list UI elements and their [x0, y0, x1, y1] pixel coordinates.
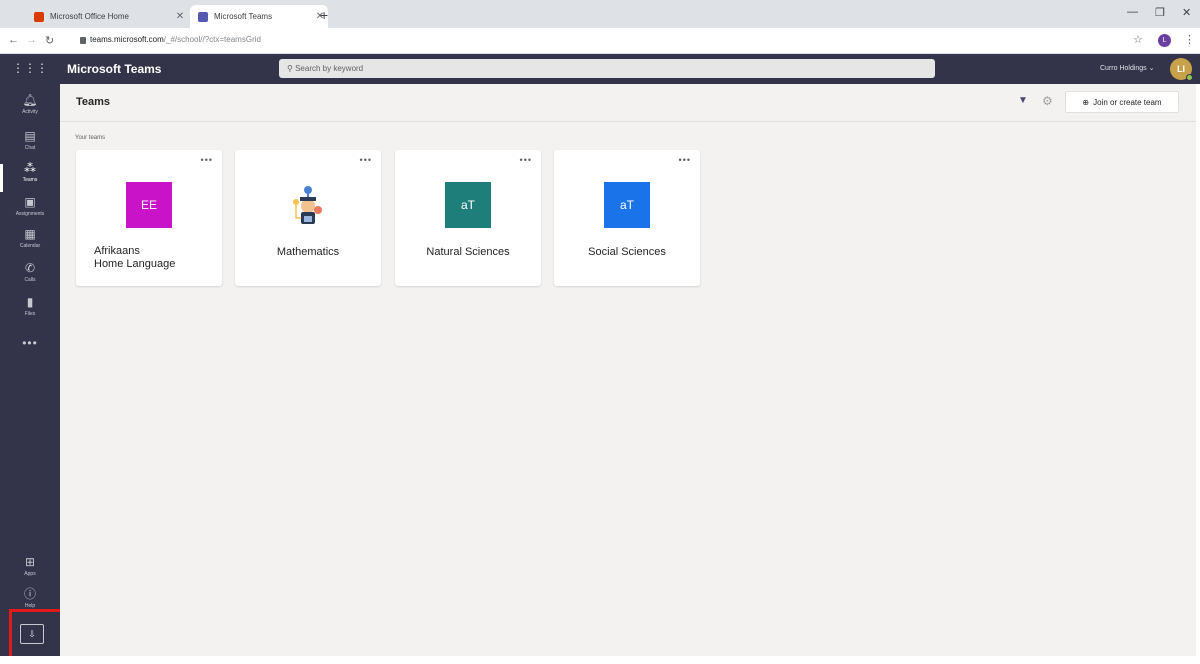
search-input[interactable]: ⚲ Search by keyword: [279, 59, 935, 78]
phone-icon: ✆: [24, 261, 36, 275]
team-name: Natural Sciences: [426, 246, 510, 258]
app-rail: 🔔︎ Activity ▤ Chat ⁂ Teams ▣ Assignments…: [0, 84, 60, 656]
add-team-icon: ⊕: [1082, 97, 1090, 107]
reload-icon[interactable]: ↻: [45, 34, 54, 47]
rail-label: Activity: [22, 109, 38, 115]
help-icon: ⓘ: [23, 587, 36, 601]
team-tile: aT: [604, 182, 650, 228]
calendar-icon: ▦: [24, 227, 36, 241]
more-options-icon[interactable]: •••: [201, 155, 213, 165]
team-tile: aT: [445, 182, 491, 228]
join-or-create-team-button[interactable]: ⊕ Join or create team: [1065, 91, 1179, 113]
forward-icon[interactable]: →: [26, 34, 37, 46]
rail-label: Calendar: [19, 243, 41, 249]
page-title: Teams: [76, 96, 111, 108]
browser-tab-bar: Microsoft Office Home ✕ Microsoft Teams …: [0, 0, 1200, 28]
close-icon[interactable]: ✕: [172, 11, 188, 22]
search-icon: ⚲: [287, 64, 293, 73]
back-icon[interactable]: ←: [8, 34, 19, 46]
filter-icon[interactable]: ▼: [1018, 95, 1028, 106]
rail-item-assignments[interactable]: ▣ Assignments: [0, 194, 60, 230]
lock-icon: [80, 37, 86, 44]
page-bottom-edge: [0, 656, 1200, 664]
rail-item-apps[interactable]: ⊞ Apps: [0, 554, 60, 590]
section-label: Your teams: [75, 135, 106, 141]
file-icon: ▮: [26, 295, 34, 309]
tab-title: Microsoft Office Home: [50, 12, 129, 21]
rail-item-files[interactable]: ▮ Files: [0, 294, 60, 330]
url-host: teams.microsoft.com: [90, 35, 164, 44]
rail-item-activity[interactable]: 🔔︎ Activity: [0, 92, 60, 128]
teams-icon: ⁂: [24, 161, 36, 175]
org-switcher[interactable]: Curro Holdings ⌄: [1100, 64, 1155, 72]
chat-icon: ▤: [24, 129, 36, 143]
bookmark-star-icon[interactable]: ☆: [1133, 33, 1143, 46]
more-options-icon[interactable]: •••: [679, 155, 691, 165]
join-button-label: Join or create team: [1093, 97, 1162, 107]
team-card-social-sciences[interactable]: ••• aT Social Sciences: [554, 150, 700, 286]
assignments-icon: ▣: [24, 195, 36, 209]
tab-teams[interactable]: Microsoft Teams ✕: [190, 5, 328, 28]
teams-header: ⋮⋮⋮ Microsoft Teams ⚲ Search by keyword …: [0, 54, 1200, 84]
team-name: Afrikaans Home Language: [76, 245, 222, 271]
team-name-line2: Home Language: [94, 258, 176, 270]
more-options-icon[interactable]: •••: [520, 155, 532, 165]
url-field[interactable]: teams.microsoft.com/_#/school//?ctx=team…: [90, 35, 261, 44]
more-options-icon[interactable]: •••: [360, 155, 372, 165]
url-path: /_#/school//?ctx=teamsGrid: [163, 35, 261, 44]
rail-label: Teams: [22, 177, 38, 183]
team-name: Mathematics: [276, 246, 340, 258]
rail-item-calls[interactable]: ✆ Calls: [0, 260, 60, 296]
presence-available-icon: [1186, 74, 1193, 81]
tab-office-home[interactable]: Microsoft Office Home ✕: [26, 5, 188, 28]
org-name: Curro Holdings: [1100, 65, 1147, 72]
team-name-line1: Afrikaans: [94, 245, 140, 257]
team-tile: EE: [126, 182, 172, 228]
more-apps-icon[interactable]: •••: [0, 336, 60, 350]
team-card-natural-sciences[interactable]: ••• aT Natural Sciences: [395, 150, 541, 286]
app-title: Microsoft Teams: [67, 62, 162, 76]
team-card-afrikaans[interactable]: ••• EE Afrikaans Home Language: [76, 150, 222, 286]
rail-label: Files: [24, 311, 36, 317]
address-bar: ← → ↻ teams.microsoft.com/_#/school//?ct…: [0, 28, 1200, 54]
graduate-illustration-icon: [285, 182, 331, 228]
app-launcher-icon[interactable]: ⋮⋮⋮: [12, 61, 48, 75]
main-content: Teams ▼ ⚙ ⊕ Join or create team Your tea…: [60, 84, 1196, 656]
rail-item-chat[interactable]: ▤ Chat: [0, 128, 60, 164]
rail-item-teams[interactable]: ⁂ Teams: [0, 160, 60, 196]
rail-item-calendar[interactable]: ▦ Calendar: [0, 226, 60, 262]
close-window-icon[interactable]: ✕: [1182, 6, 1191, 19]
minimize-icon[interactable]: —: [1127, 6, 1138, 18]
apps-icon: ⊞: [24, 555, 36, 569]
rail-label: Assignments: [15, 211, 45, 217]
teams-favicon-icon: [198, 11, 208, 22]
search-placeholder: Search by keyword: [295, 64, 364, 73]
new-tab-button[interactable]: +: [320, 7, 328, 23]
office-favicon-icon: [34, 11, 44, 22]
chevron-down-icon: ⌄: [1148, 65, 1155, 72]
team-card-mathematics[interactable]: ••• Mathematics: [235, 150, 381, 286]
restore-icon[interactable]: ❐: [1155, 6, 1165, 19]
rail-label: Chat: [24, 145, 36, 151]
rail-label: Apps: [24, 571, 36, 577]
main-header: Teams ▼ ⚙ ⊕ Join or create team: [60, 84, 1196, 122]
profile-avatar[interactable]: L: [1158, 34, 1171, 47]
bell-icon: 🔔︎: [22, 93, 38, 107]
browser-menu-icon[interactable]: ⋮: [1184, 33, 1195, 46]
team-name: Social Sciences: [588, 246, 666, 258]
tab-title: Microsoft Teams: [214, 12, 273, 21]
gear-icon[interactable]: ⚙: [1042, 94, 1053, 108]
rail-label: Calls: [24, 277, 36, 283]
